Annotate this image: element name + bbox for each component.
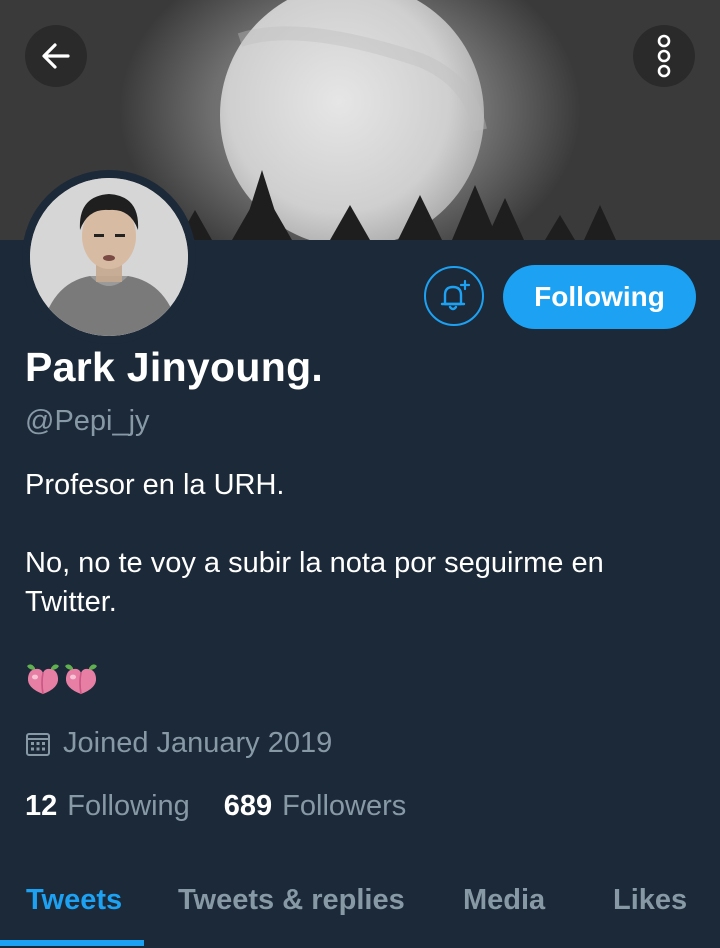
calendar-icon — [26, 732, 50, 756]
active-tab-indicator — [0, 940, 144, 946]
following-stat[interactable]: 12 Following — [25, 790, 190, 823]
followers-label: Followers — [282, 790, 407, 822]
joined-text: Joined January 2019 — [63, 727, 333, 759]
following-button[interactable]: Following — [503, 265, 696, 329]
following-label: Following — [67, 790, 190, 822]
joined-date: Joined January 2019 — [25, 727, 332, 760]
bell-plus-icon — [440, 279, 471, 311]
tab-tweets[interactable]: Tweets — [26, 884, 122, 917]
profile-tabs: Tweets Tweets & replies Media Likes — [0, 860, 720, 948]
bio-text: Profesor en la URH. No, no te voy a subi… — [25, 469, 604, 618]
more-options-button[interactable] — [633, 25, 695, 87]
avatar[interactable] — [22, 170, 196, 344]
tab-media[interactable]: Media — [463, 884, 545, 917]
profile-stats: 12 Following 689 Followers — [25, 790, 440, 823]
avatar-image — [30, 178, 188, 336]
more-vertical-icon — [657, 34, 671, 78]
following-count: 12 — [25, 790, 58, 822]
back-button[interactable] — [25, 25, 87, 87]
back-arrow-icon — [42, 43, 70, 69]
peach-emoji — [27, 664, 59, 695]
tab-likes[interactable]: Likes — [613, 884, 687, 917]
user-handle: @Pepi_jy — [25, 405, 150, 437]
display-name: Park Jinyoung. — [25, 344, 324, 390]
followers-stat[interactable]: 689 Followers — [224, 790, 406, 823]
peach-emoji — [65, 664, 97, 695]
followers-count: 689 — [223, 790, 273, 822]
bio-emoji-row — [25, 662, 99, 696]
tab-tweets-and-replies[interactable]: Tweets & replies — [178, 884, 405, 917]
profile-page: Following Park Jinyoung. @Pepi_jy Profes… — [0, 0, 720, 948]
notifications-button[interactable] — [424, 266, 484, 326]
